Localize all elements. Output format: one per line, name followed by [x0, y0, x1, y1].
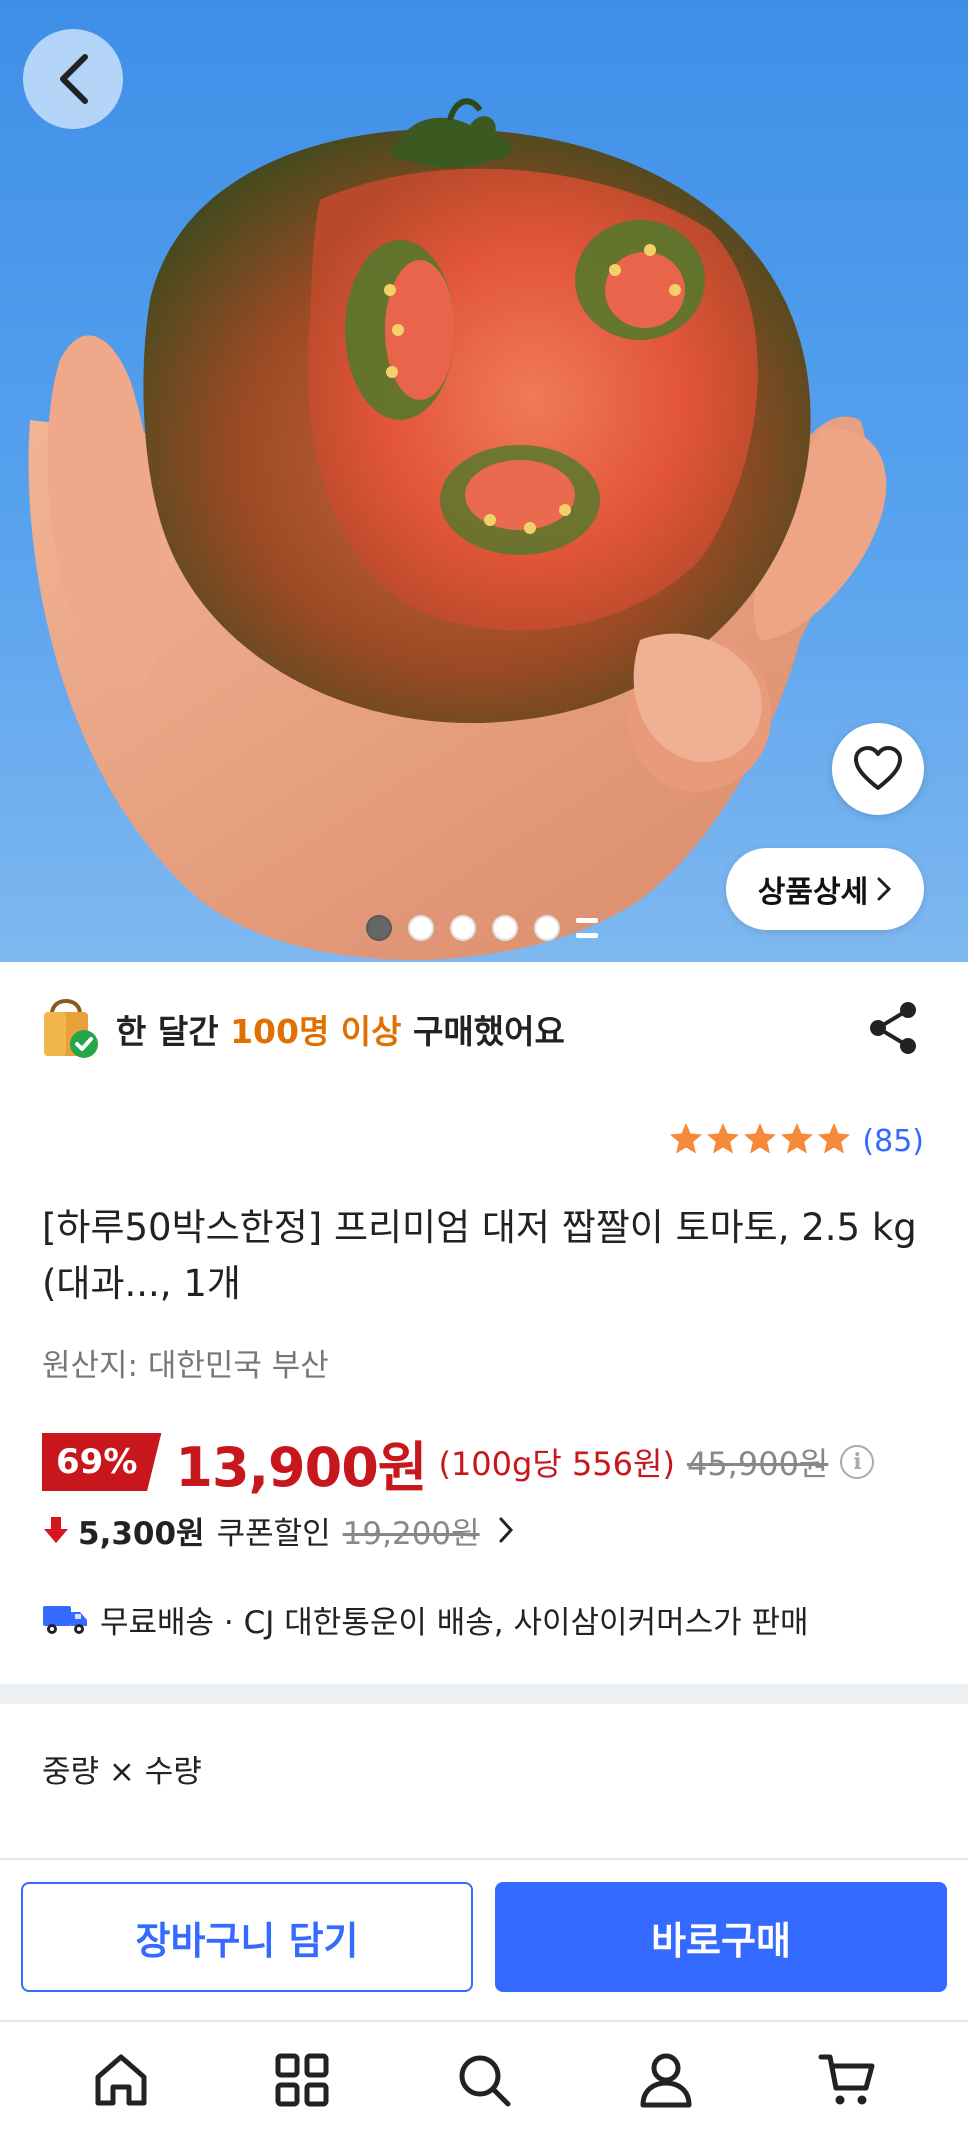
cart-icon [818, 2054, 875, 2104]
product-origin: 원산지: 대한민국 부산 [42, 1348, 329, 1384]
carousel-dot[interactable] [534, 915, 560, 941]
rating[interactable]: (85) [668, 1118, 924, 1164]
sale-price: 13,900원 [175, 1435, 427, 1499]
review-count[interactable]: (85) [862, 1124, 924, 1159]
shipping-text: 무료배송 · CJ 대한통운이 배송, 사이삼이커머스가 판매 [100, 1604, 809, 1641]
coupon-row[interactable]: 5,300원 쿠폰할인 19,200원 [42, 1504, 514, 1556]
star-rating [668, 1121, 852, 1161]
wishlist-button[interactable] [832, 723, 924, 815]
purchase-count-banner: 한 달간 100명 이상 구매했어요 [40, 996, 920, 1062]
star-icons [670, 1123, 851, 1154]
nav-cart[interactable] [797, 2030, 897, 2130]
price-row: 69% 13,900원 (100g당 556원) 45,900원 i [42, 1428, 875, 1499]
chevron-right-icon [877, 877, 892, 901]
category-icon [275, 2053, 329, 2106]
banner-highlight: 100명 이상 [230, 1012, 402, 1051]
coupon-label: 쿠폰할인 [216, 1515, 331, 1552]
original-price: 45,900원 [686, 1445, 829, 1483]
more-slides-icon [576, 918, 598, 938]
arrow-down-icon [44, 1517, 68, 1543]
banner-suffix: 구매했어요 [401, 1012, 565, 1051]
shipping-info: 무료배송 · CJ 대한통운이 배송, 사이삼이커머스가 판매 [42, 1592, 809, 1646]
banner-prefix: 한 달간 [116, 1012, 231, 1051]
product-photo [28, 98, 887, 960]
info-icon[interactable]: i [840, 1445, 875, 1479]
coupon-old-price: 19,200원 [342, 1515, 480, 1552]
share-icon [870, 1002, 916, 1054]
search-icon [459, 2055, 511, 2106]
nav-home[interactable] [71, 2030, 171, 2130]
delivery-truck-icon [43, 1606, 87, 1634]
discount-badge: 69% [42, 1433, 162, 1491]
shopping-bag-check-icon [40, 998, 102, 1060]
heart-icon [854, 746, 902, 790]
nav-category[interactable] [252, 2030, 352, 2130]
purchase-count-text: 한 달간 100명 이상 구매했어요 [116, 1005, 565, 1053]
back-button[interactable] [23, 29, 123, 129]
carousel-dot[interactable] [408, 915, 434, 941]
add-to-cart-button[interactable]: 장바구니 담기 [21, 1882, 473, 1992]
product-image-carousel[interactable]: 상품상세 [0, 0, 968, 962]
my-page-icon [640, 2053, 692, 2107]
option-selector[interactable]: 중량 × 수량 [42, 1746, 202, 1791]
coupon-amount: 5,300원 [78, 1515, 205, 1552]
nav-search[interactable] [434, 2030, 534, 2130]
chevron-right-icon [499, 1517, 513, 1543]
carousel-dot[interactable] [450, 915, 476, 941]
home-icon [95, 2054, 147, 2105]
buy-now-button[interactable]: 바로구매 [495, 1882, 947, 1992]
carousel-dot[interactable] [366, 915, 392, 941]
action-bar: 장바구니 담기 바로구매 [0, 1858, 968, 2020]
unit-price: (100g당 556원) [438, 1445, 675, 1483]
carousel-indicator [366, 914, 598, 942]
product-title: [하루50박스한정] 프리미엄 대저 짭짤이 토마토, 2.5 kg (대과..… [42, 1206, 917, 1305]
product-detail-label: 상품상세 [757, 875, 869, 910]
bottom-navigation [0, 2020, 968, 2137]
section-divider [0, 1684, 968, 1704]
nav-my-page[interactable] [616, 2030, 716, 2130]
product-detail-button[interactable]: 상품상세 [726, 848, 924, 930]
chevron-left-icon [60, 54, 88, 104]
carousel-dot[interactable] [492, 915, 518, 941]
share-button[interactable] [868, 1000, 920, 1060]
